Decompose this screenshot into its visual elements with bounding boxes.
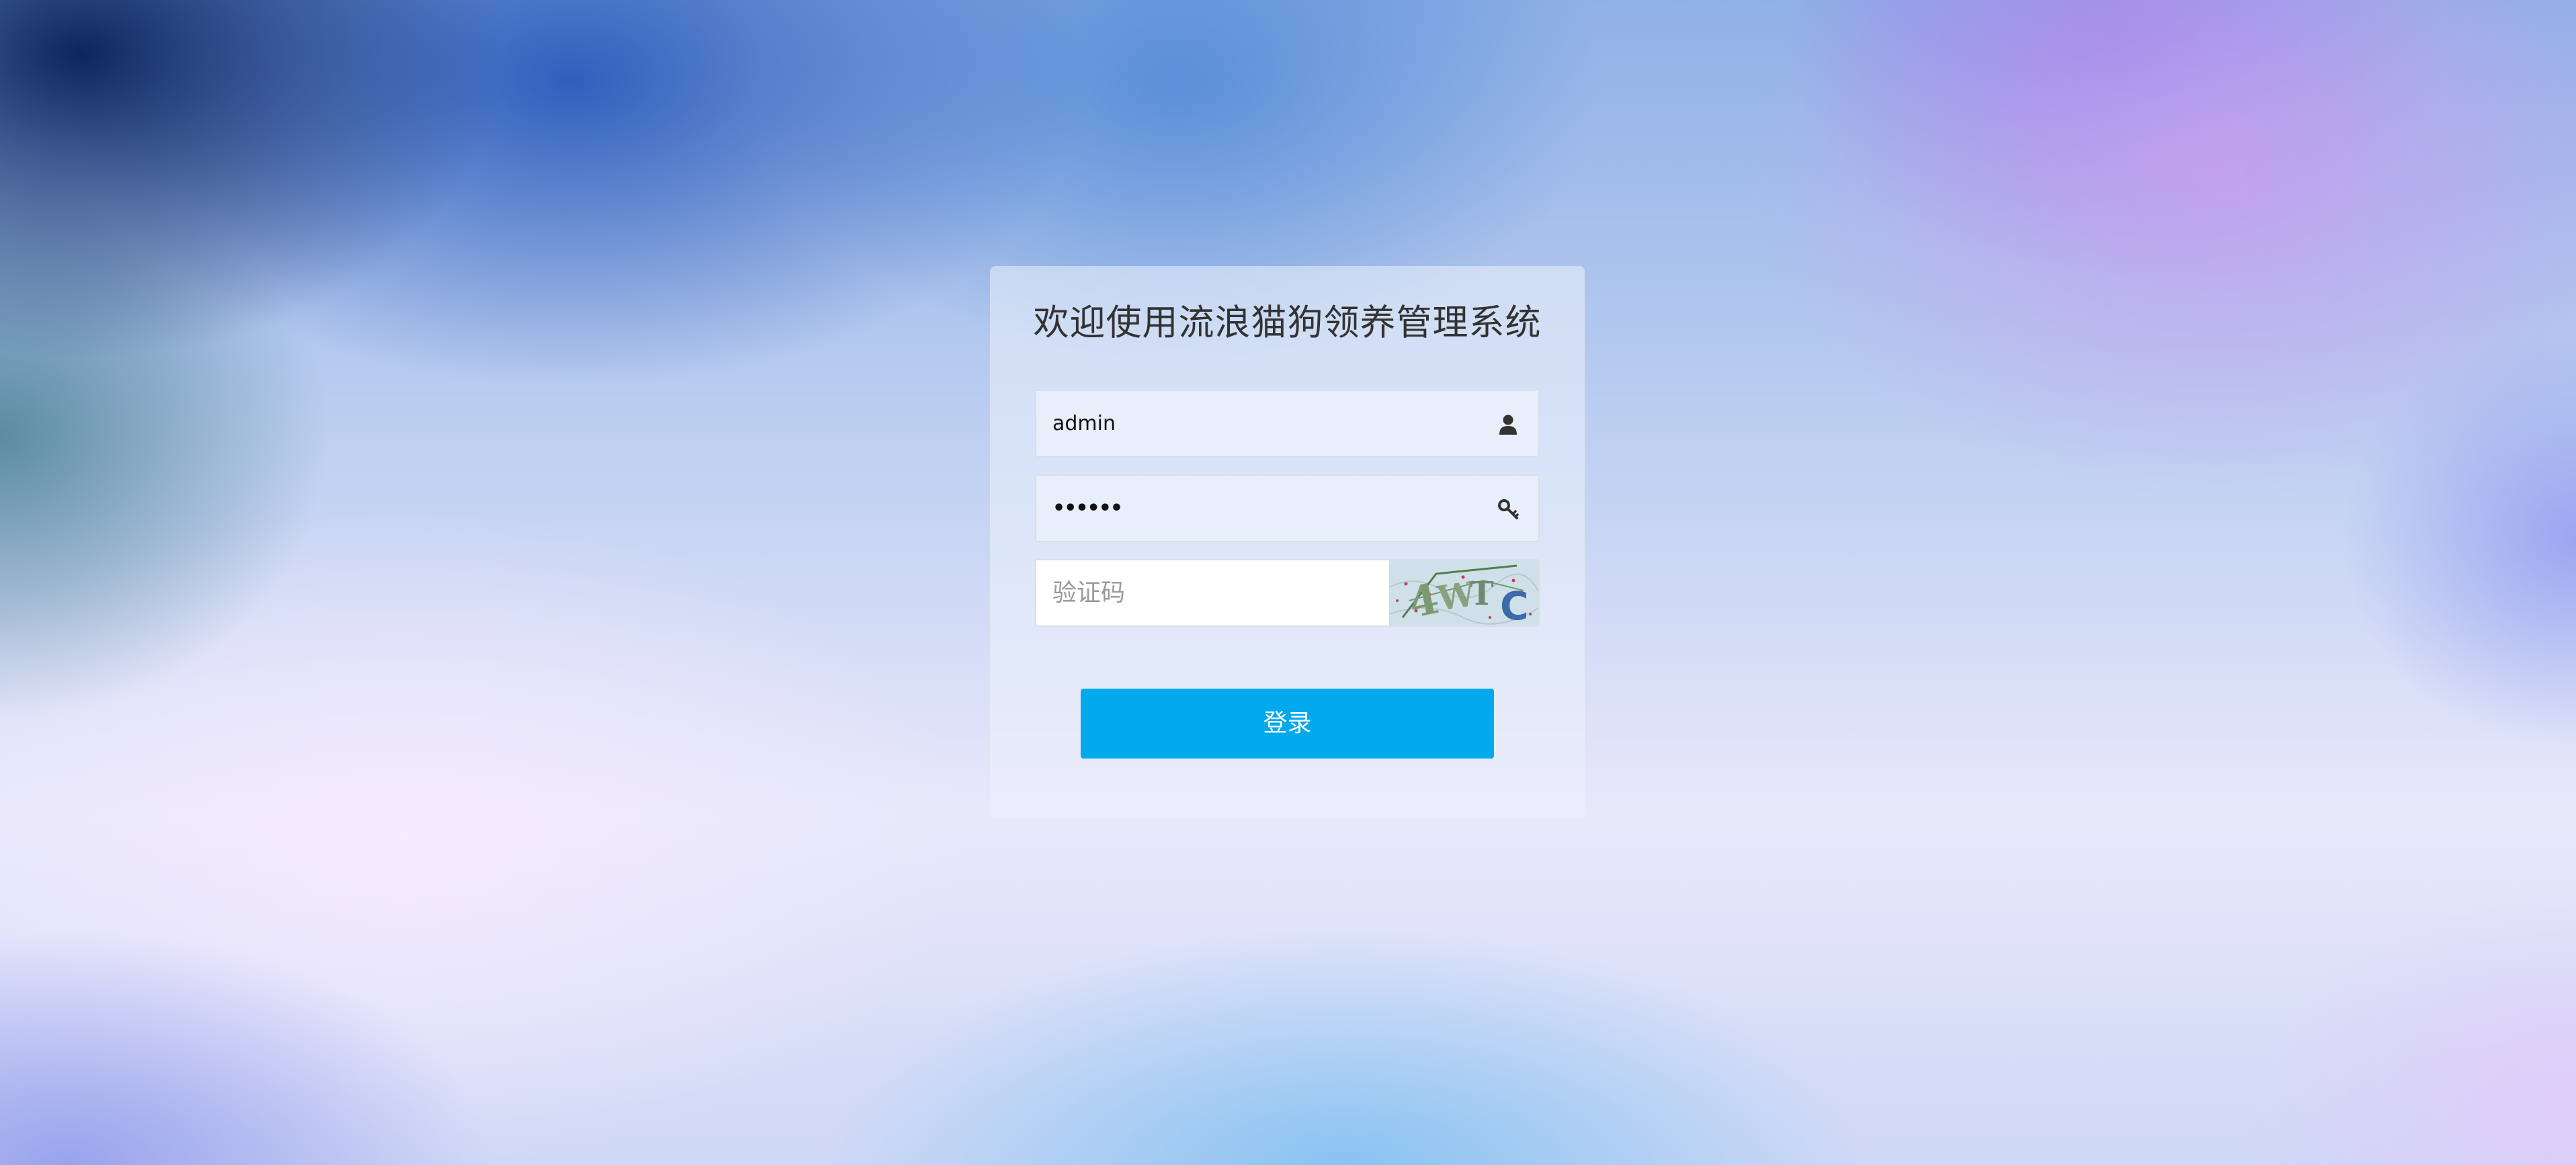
captcha-placeholder: 验证码 <box>1052 579 1126 607</box>
username-field[interactable]: admin <box>1035 390 1540 458</box>
username-value: admin <box>1052 412 1116 435</box>
user-icon <box>1499 415 1517 435</box>
login-title: 欢迎使用流浪猫狗领养管理系统 <box>1033 302 1542 343</box>
login-card: 欢迎使用流浪猫狗领养管理系统 admin •••••• 验证码 4 W T C … <box>990 266 1585 818</box>
captcha-image[interactable]: 4 W T C <box>1389 559 1540 627</box>
login-button[interactable]: 登录 <box>1081 689 1494 759</box>
captcha-char-4: C <box>1500 583 1529 627</box>
key-icon <box>1498 499 1519 519</box>
password-value: •••••• <box>1052 497 1123 520</box>
captcha-input[interactable]: 验证码 <box>1035 559 1389 627</box>
captcha-graphic: 4 W T C <box>1389 560 1538 627</box>
password-field[interactable]: •••••• <box>1035 474 1540 542</box>
captcha-char-3: T <box>1470 575 1494 613</box>
